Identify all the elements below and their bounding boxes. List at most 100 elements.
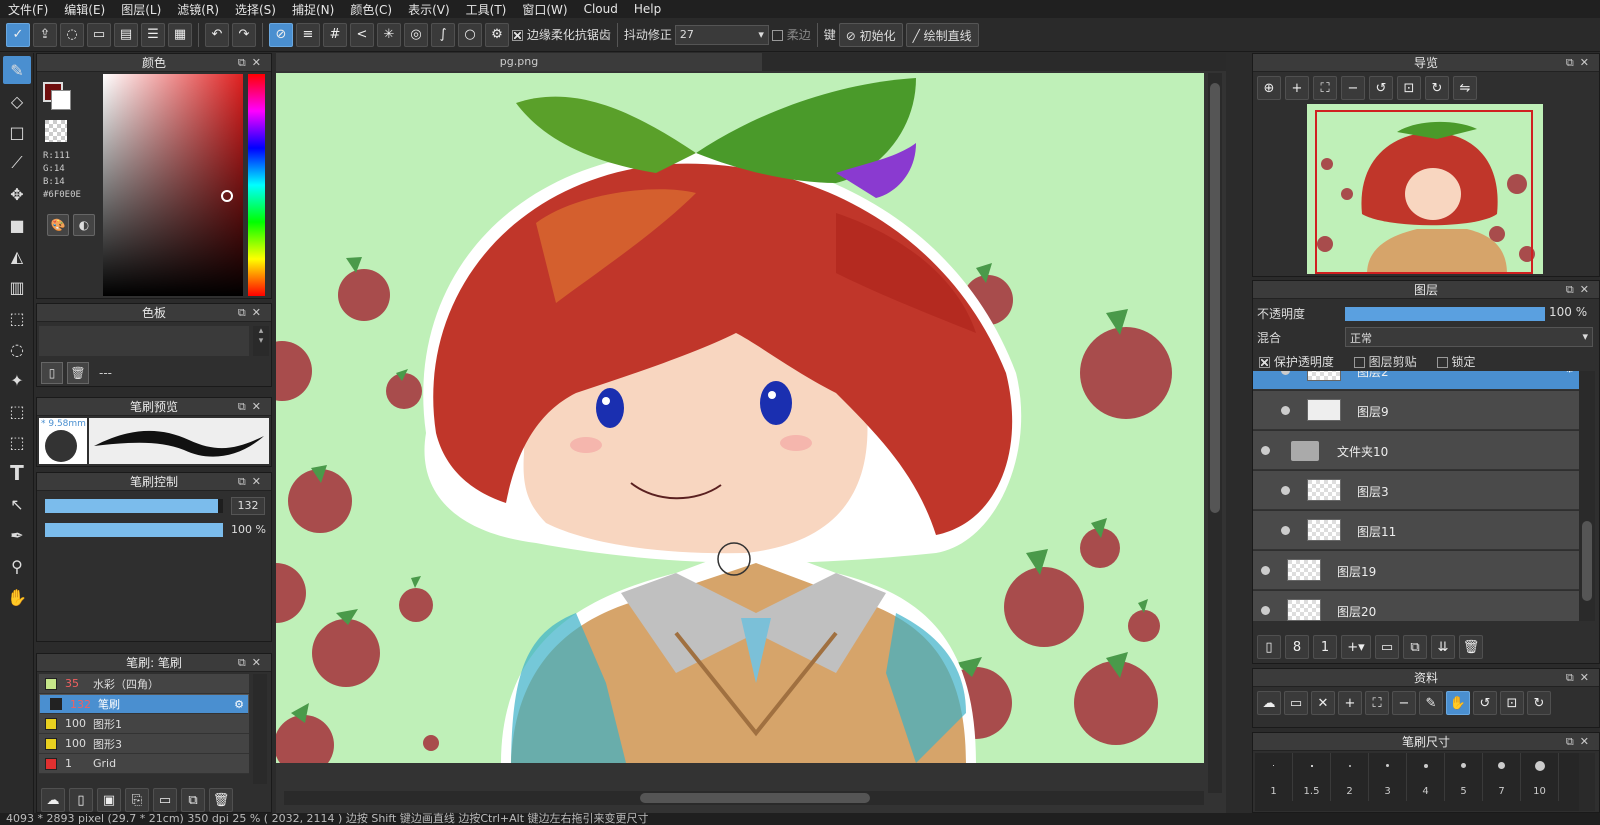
snap-circle-icon[interactable]: ◎ — [404, 22, 428, 47]
float-close-icons[interactable]: ⧉✕ — [238, 654, 267, 672]
clipping-checkbox[interactable] — [1353, 357, 1365, 368]
scroll-thumb[interactable] — [1582, 521, 1592, 601]
menu-snap[interactable]: 捕捉(N) — [284, 1, 342, 18]
lasso-tool-icon[interactable]: ◌ — [3, 335, 31, 363]
zoom-icon[interactable]: ⊕ — [1257, 76, 1281, 100]
brush-size-scrollbar[interactable] — [1579, 753, 1595, 811]
redo-icon[interactable]: ↷ — [232, 22, 256, 47]
brush-size-value[interactable]: 132 — [231, 497, 265, 515]
gear-icon[interactable]: ⚙ — [1564, 371, 1575, 375]
new-layer-icon[interactable]: ▯ — [1257, 635, 1281, 659]
grid-manage-icon[interactable]: ▦ — [168, 22, 192, 47]
canvas-horizontal-scrollbar[interactable] — [284, 791, 1204, 805]
canvas-vertical-scrollbar[interactable] — [1208, 73, 1222, 793]
bucket-tool-icon[interactable]: ◭ — [3, 242, 31, 270]
list-item[interactable]: 35 水彩（四角） — [39, 674, 249, 694]
scroll-thumb[interactable] — [640, 793, 870, 803]
snap-parallel-icon[interactable]: ≡ — [296, 22, 320, 47]
rectangle-tool-icon[interactable]: □ — [3, 118, 31, 146]
visibility-icon[interactable] — [1281, 371, 1290, 375]
layer-list-scrollbar[interactable] — [1579, 371, 1595, 621]
hand-tool-icon[interactable]: ✋ — [3, 583, 31, 611]
rotate-left-icon[interactable]: ↺ — [1473, 691, 1497, 715]
brush-size-cell[interactable]: 2 — [1331, 753, 1369, 801]
list-item[interactable]: 100 图形1 — [39, 714, 249, 734]
brush-list-scrollbar[interactable] — [253, 674, 267, 784]
pen-icon[interactable]: ✎ — [1419, 691, 1443, 715]
eyedropper-tool-icon[interactable]: ⚲ — [3, 552, 31, 580]
pen-tool-icon[interactable]: ✒ — [3, 521, 31, 549]
delete-layer-icon[interactable]: 🗑 — [1459, 635, 1483, 659]
list-item[interactable]: 1 Grid — [39, 754, 249, 774]
zoom-out-icon[interactable]: − — [1341, 76, 1365, 100]
draw-line-button[interactable]: ╱ 绘制直线 — [905, 22, 979, 47]
antialias-checkbox[interactable] — [512, 30, 523, 41]
menu-window[interactable]: 窗口(W) — [514, 1, 575, 18]
drawing-canvas[interactable] — [276, 73, 1204, 763]
brush-size-cell[interactable]: 4 — [1407, 753, 1445, 801]
background-color-swatch[interactable] — [51, 90, 71, 110]
add-layer-menu-icon[interactable]: +▾ — [1341, 635, 1371, 659]
soft-edge-checkbox[interactable] — [771, 30, 783, 41]
cloud-download-icon[interactable]: ☁ — [1257, 691, 1281, 715]
snap-vanish-icon[interactable]: < — [350, 22, 374, 47]
layer-opacity-slider[interactable] — [1345, 307, 1545, 321]
page-list-icon[interactable]: ☰ — [141, 22, 165, 47]
float-close-icons[interactable]: ⧉✕ — [1566, 669, 1595, 687]
trash-icon[interactable]: 🗑 — [67, 362, 89, 384]
brush-tool-icon[interactable]: ✎ — [3, 56, 31, 84]
duplicate-icon[interactable]: ⧉ — [181, 788, 205, 812]
stabilizer-select[interactable]: 27 ▾ — [674, 24, 769, 45]
antialias-toggle[interactable]: 边缘柔化抗锯齿 — [512, 26, 611, 43]
brush-type-icon[interactable]: ▣ — [97, 788, 121, 812]
new-1bit-layer-icon[interactable]: 1 — [1313, 635, 1337, 659]
init-button[interactable]: ⊘ 初始化 — [838, 22, 903, 47]
share-icon[interactable]: ⇪ — [33, 22, 57, 47]
brush-size-cell[interactable]: 3 — [1369, 753, 1407, 801]
eraser-tool-icon[interactable]: ◇ — [3, 87, 31, 115]
cloud-brush-icon[interactable]: ☁ — [41, 788, 65, 812]
visibility-icon[interactable] — [1261, 446, 1270, 455]
menu-select[interactable]: 选择(S) — [227, 1, 284, 18]
snap-cross-icon[interactable]: # — [323, 22, 347, 47]
visibility-icon[interactable] — [1281, 406, 1290, 415]
undo-icon[interactable]: ↶ — [205, 22, 229, 47]
visibility-icon[interactable] — [1261, 566, 1270, 575]
page-icon[interactable]: ▤ — [114, 22, 138, 47]
menu-edit[interactable]: 编辑(E) — [56, 1, 113, 18]
brush-size-slider[interactable] — [45, 499, 223, 513]
merge-layer-icon[interactable]: ⇊ — [1431, 635, 1455, 659]
gear-icon[interactable]: ⚙ — [234, 698, 244, 711]
layer-row[interactable]: 图层9 — [1253, 391, 1579, 430]
soft-edge-toggle[interactable]: 柔边 — [771, 26, 811, 43]
palette-scrollbar[interactable]: ▴ ▾ — [253, 326, 269, 356]
protect-alpha-toggle[interactable]: 保护透明度 — [1259, 353, 1334, 370]
zoom-in-icon[interactable]: + — [1285, 76, 1309, 100]
zoom-in-icon[interactable]: + — [1338, 691, 1362, 715]
brush-size-cell[interactable]: 5 — [1445, 753, 1483, 801]
rotate-right-icon[interactable]: ↻ — [1527, 691, 1551, 715]
duplicate-layer-icon[interactable]: ⧉ — [1403, 635, 1427, 659]
menu-view[interactable]: 表示(V) — [400, 1, 458, 18]
visibility-icon[interactable] — [1281, 486, 1290, 495]
float-close-icons[interactable]: ⧉✕ — [1566, 281, 1595, 299]
palette-add-icon[interactable]: ◐ — [73, 214, 95, 236]
palette-icon[interactable]: 🎨 — [47, 214, 69, 236]
snap-ellipse-icon[interactable]: ○ — [458, 22, 482, 47]
close-icon[interactable]: ✕ — [1311, 691, 1335, 715]
visibility-icon[interactable] — [1281, 526, 1290, 535]
layer-row[interactable]: 图层20 — [1253, 591, 1579, 621]
scroll-thumb[interactable] — [1210, 83, 1220, 513]
copy-brush-icon[interactable]: ⎘ — [125, 788, 149, 812]
layer-row[interactable]: 图层19 — [1253, 551, 1579, 590]
speech-bubble-icon[interactable]: ◌ — [60, 22, 84, 47]
trash-icon[interactable]: 🗑 — [209, 788, 233, 812]
float-close-icons[interactable]: ⧉✕ — [238, 473, 267, 491]
brush-size-cell[interactable]: 10 — [1521, 753, 1559, 801]
layer-row[interactable]: 文件夹10 — [1253, 431, 1579, 470]
new-page-icon[interactable]: ▯ — [41, 362, 63, 384]
lock-checkbox[interactable] — [1436, 357, 1448, 368]
new-8bit-layer-icon[interactable]: 8 — [1285, 635, 1309, 659]
move-tool-icon[interactable]: ✥ — [3, 180, 31, 208]
navigator-thumbnail[interactable] — [1307, 104, 1543, 274]
